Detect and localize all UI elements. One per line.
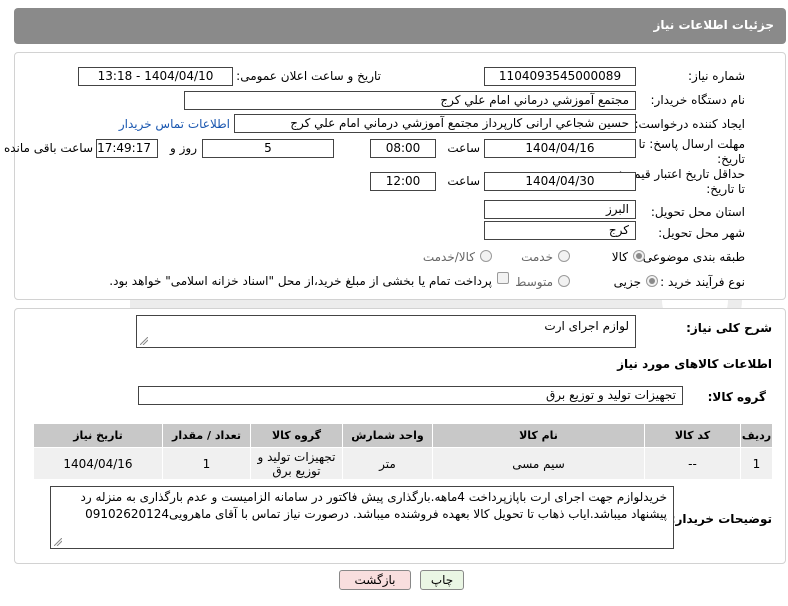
category-option-goods-service: کالا/خدمت [422,250,475,264]
summary-textarea[interactable]: لوازم اجرای ارت [136,315,636,348]
treasury-payment-checkbox[interactable] [497,272,509,284]
province-label: استان محل تحویل: [650,205,745,219]
announce-label: تاریخ و ساعت اعلان عمومی: [236,69,381,83]
creator-label: ایجاد کننده درخواست: [634,117,745,131]
category-radio-goods[interactable] [633,250,645,262]
buyer-org-field[interactable]: مجتمع آموزشي درماني امام علي كرج [184,91,636,110]
goods-group-field[interactable]: تجهیزات تولید و توزیع برق [138,386,683,405]
cell-row-number: 1 [740,447,773,480]
process-option-medium: متوسط [515,275,553,289]
page-header: جزئیات اطلاعات نیاز [14,8,786,44]
buyer-notes-textarea[interactable]: خریدلوازم جهت اجرای ارت باپازپرداخت 4ماه… [50,486,674,549]
col-quantity: تعداد / مقدار [162,423,251,448]
col-row-number: ردیف [740,423,773,448]
reply-time-label: ساعت [447,141,480,155]
cell-need-date: 1404/04/16 [33,447,163,480]
process-radio-medium[interactable] [558,275,570,287]
summary-text: لوازم اجرای ارت [544,319,629,333]
cell-goods-code: -- [644,447,741,480]
table-row[interactable]: 1 -- سیم مسی متر تجهیزات تولید و توزیع ب… [33,447,773,480]
process-label: نوع فرآیند خرید : [660,275,745,289]
buyer-org-label: نام دستگاه خریدار: [650,93,746,107]
treasury-payment-note: پرداخت تمام یا بخشی از مبلغ خرید،از محل … [109,274,492,288]
col-goods-name: نام کالا [432,423,645,448]
price-date-field[interactable]: 1404/04/30 [484,172,636,191]
col-goods-code: کد کالا [644,423,741,448]
goods-group-label: گروه کالا: [707,390,766,404]
cell-goods-group: تجهیزات تولید و توزیع برق [250,447,343,480]
reply-deadline-label-date: تاریخ: [717,152,745,166]
days-field[interactable]: 5 [202,139,334,158]
buyer-contact-link[interactable]: اطلاعات تماس خریدار [119,117,230,131]
back-button[interactable]: بازگشت [339,570,411,590]
price-validity-label: حداقل تاریخ اعتبار قیمت: [618,167,745,181]
page-title: جزئیات اطلاعات نیاز [653,18,774,32]
process-option-minor: جزیی [613,275,641,289]
category-option-goods: کالا [611,250,628,264]
reply-time-field[interactable]: 08:00 [370,139,436,158]
days-label: روز و [170,141,197,155]
col-need-date: تاریخ نیاز [33,423,163,448]
table-header-row: ردیف کد کالا نام کالا واحد شمارش گروه کا… [33,423,773,448]
col-goods-group: گروه کالا [250,423,343,448]
resize-grip-icon[interactable] [54,538,62,546]
announce-field[interactable]: 1404/04/10 - 13:18 [78,67,233,86]
remaining-label: ساعت باقی مانده [3,141,93,155]
print-button[interactable]: چاپ [420,570,464,590]
cell-quantity: 1 [162,447,251,480]
process-radio-minor[interactable] [646,275,658,287]
col-unit: واحد شمارش [342,423,433,448]
need-number-label: شماره نیاز: [688,69,745,83]
city-label: شهر محل تحویل: [658,226,745,240]
price-time-label: ساعت [447,174,480,188]
cell-unit: متر [342,447,433,480]
creator-field[interactable]: حسين شجاعي ارانی کارپرداز مجتمع آموزشي د… [234,114,636,133]
cell-goods-name: سیم مسی [432,447,645,480]
need-number-field[interactable]: 1104093545000089 [484,67,636,86]
goods-info-title: اطلاعات کالاهای مورد نیاز [617,357,772,371]
province-field[interactable]: البرز [484,200,636,219]
summary-label: شرح کلی نیاز: [686,321,772,335]
remaining-time-field[interactable]: 17:49:17 [96,139,158,158]
category-option-service: خدمت [521,250,553,264]
price-time-field[interactable]: 12:00 [370,172,436,191]
category-radio-goods-service[interactable] [480,250,492,262]
buyer-notes-label: توضیحات خریدار: [670,512,772,526]
buyer-notes-text: خریدلوازم جهت اجرای ارت باپازپرداخت 4ماه… [80,490,668,521]
resize-grip-icon[interactable] [140,337,148,345]
category-label: طبقه بندی موضوعی: [638,250,745,264]
city-field[interactable]: كرج [484,221,636,240]
reply-date-field[interactable]: 1404/04/16 [484,139,636,158]
category-radio-service[interactable] [558,250,570,262]
goods-table: ردیف کد کالا نام کالا واحد شمارش گروه کا… [33,423,773,480]
reply-deadline-label: مهلت ارسال پاسخ: تا [638,137,745,151]
price-validity-label-date: تا تاریخ: [706,182,745,196]
